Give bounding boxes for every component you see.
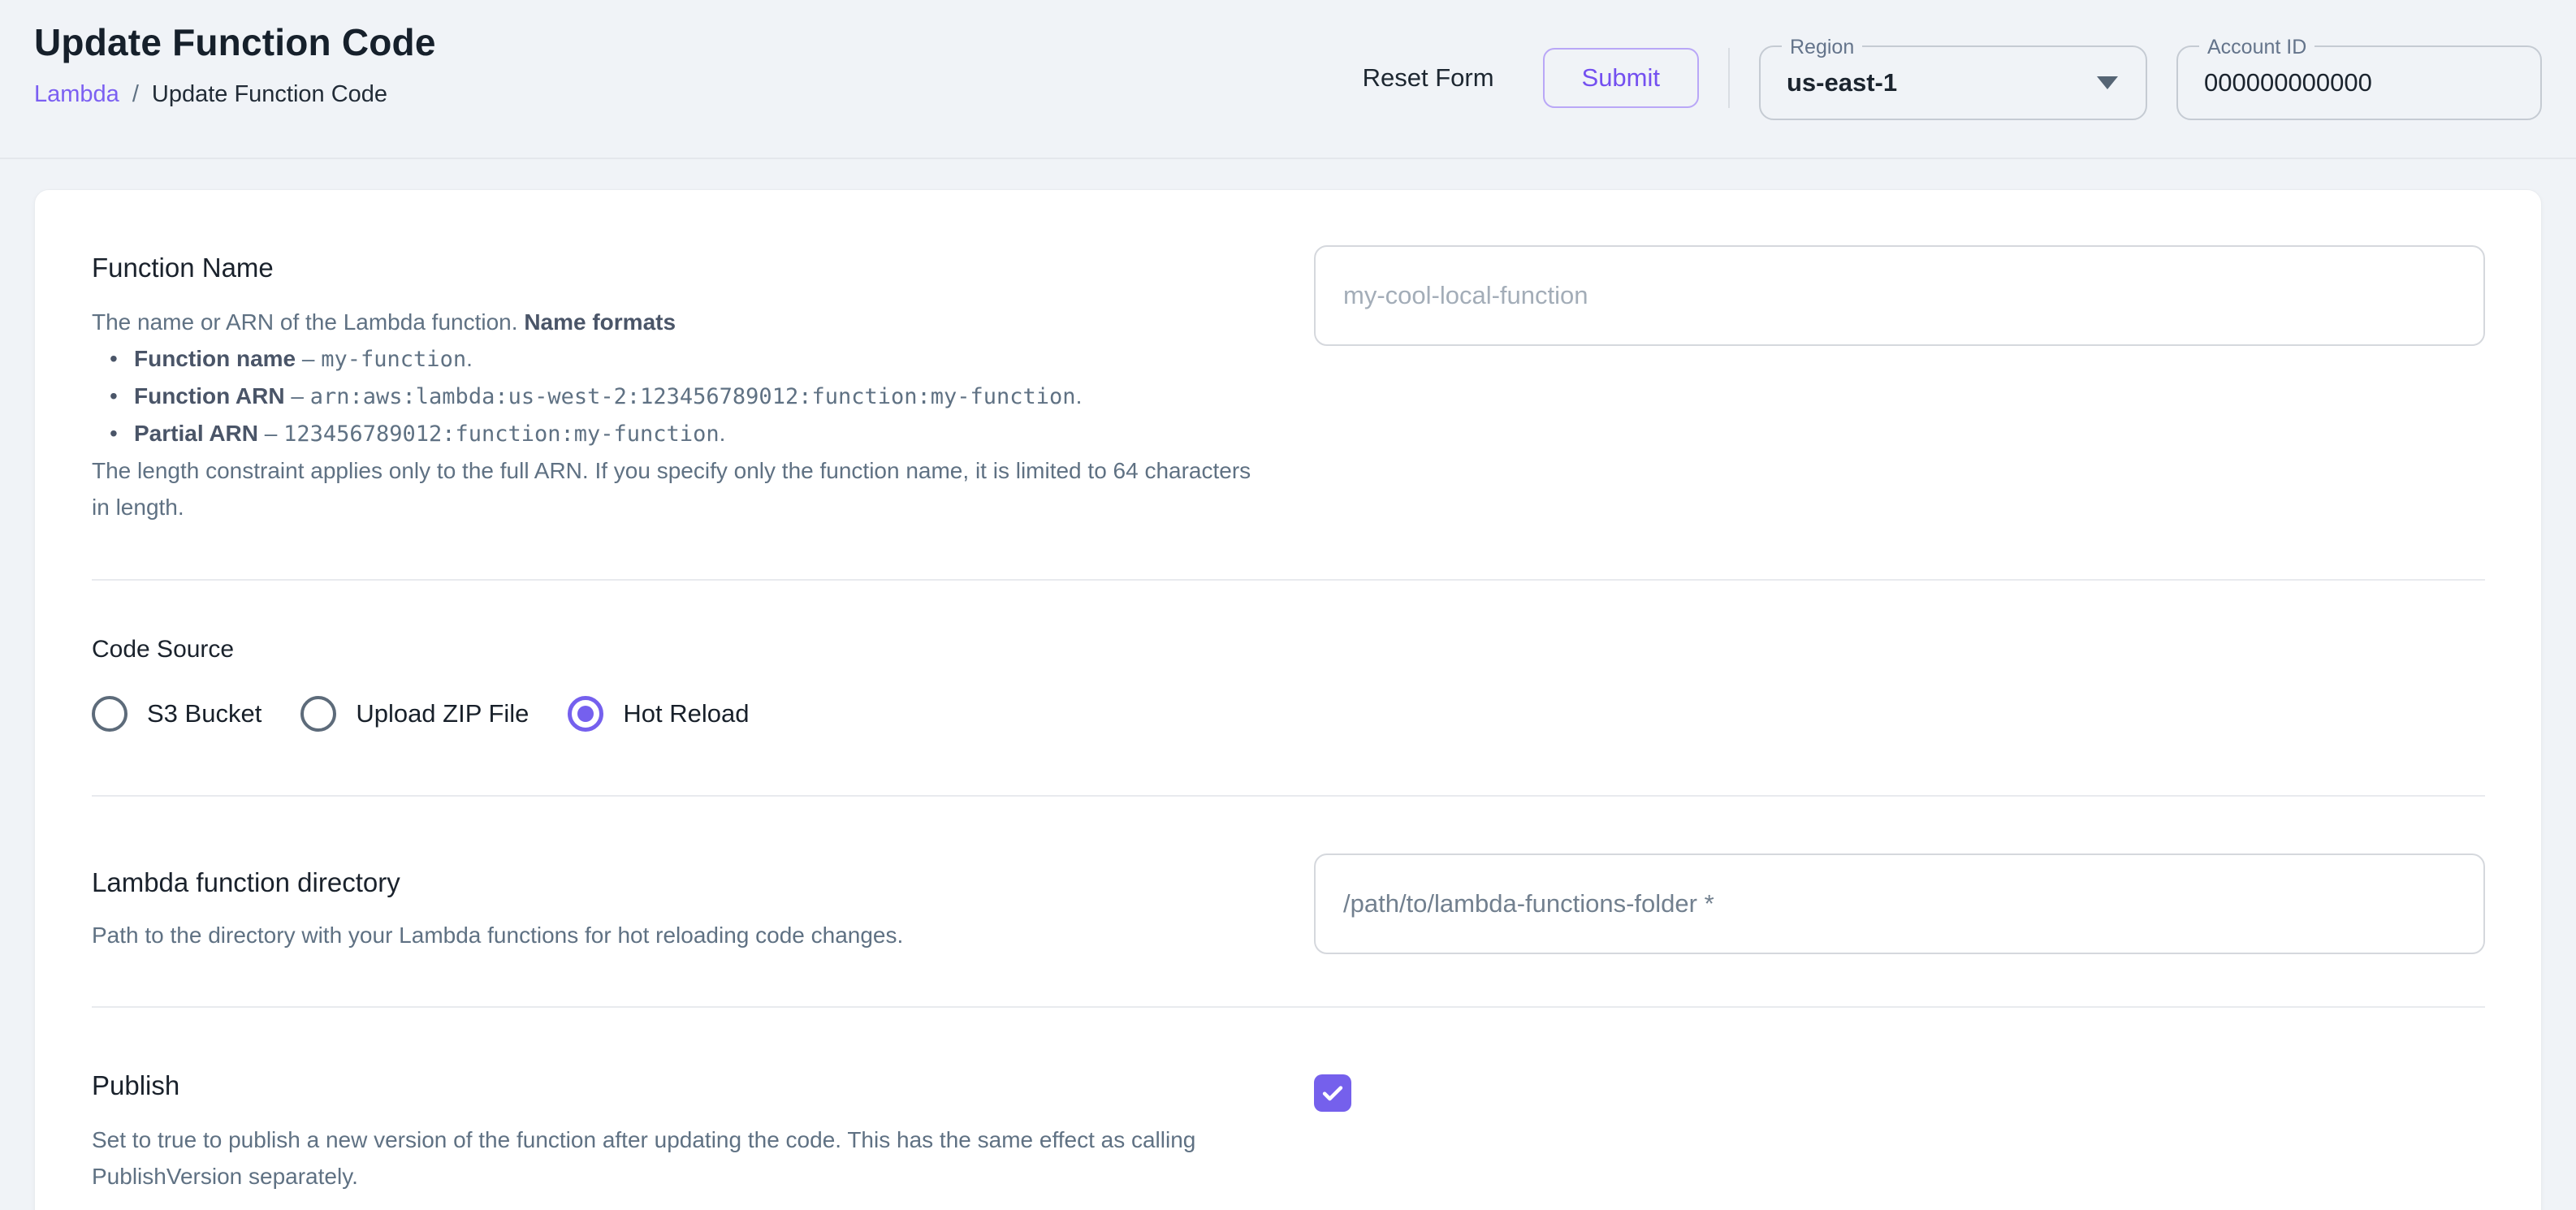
list-item: Function ARN – arn:aws:lambda:us-west-2:…: [92, 378, 1253, 415]
chevron-down-icon: [2097, 76, 2118, 89]
radio-selected-icon[interactable]: [568, 696, 603, 732]
submit-button[interactable]: Submit: [1543, 48, 1699, 108]
page-header: Update Function Code Lambda / Update Fun…: [0, 0, 2576, 159]
reset-form-button[interactable]: Reset Form: [1343, 52, 1514, 104]
lambda-directory-heading: Lambda function directory: [92, 865, 1253, 901]
lambda-directory-description: Path to the directory with your Lambda f…: [92, 917, 1253, 953]
section-function-name: Function Name The name or ARN of the Lam…: [92, 190, 2485, 579]
account-id-fieldset: Account ID: [2176, 45, 2542, 120]
account-id-input[interactable]: [2178, 68, 2540, 97]
breadcrumb: Lambda / Update Function Code: [34, 80, 436, 109]
publish-checkbox-wrap: [1314, 1068, 2485, 1112]
section-lambda-directory: Lambda function directory Path to the di…: [92, 797, 2485, 1006]
account-id-label: Account ID: [2199, 34, 2315, 60]
radio-option-s3-bucket[interactable]: S3 Bucket: [92, 696, 261, 732]
code-source-heading: Code Source: [92, 636, 2485, 663]
breadcrumb-lambda-link[interactable]: Lambda: [34, 80, 119, 109]
region-label: Region: [1782, 34, 1862, 60]
publish-text: Publish Set to true to publish a new ver…: [92, 1068, 1253, 1195]
header-title-block: Update Function Code Lambda / Update Fun…: [34, 13, 436, 109]
page-title: Update Function Code: [34, 18, 436, 67]
function-name-text: Function Name The name or ARN of the Lam…: [92, 250, 1253, 579]
header-divider: [1728, 48, 1730, 108]
function-name-input[interactable]: [1314, 245, 2485, 346]
function-name-description: The name or ARN of the Lambda function. …: [92, 304, 1253, 525]
region-value: us-east-1: [1761, 68, 2097, 97]
form-card: Function Name The name or ARN of the Lam…: [34, 189, 2542, 1210]
section-publish: Publish Set to true to publish a new ver…: [92, 1008, 2485, 1210]
list-item: Function name – my-function.: [92, 340, 1253, 378]
function-name-intro: The name or ARN of the Lambda function.: [92, 309, 524, 335]
radio-option-hot-reload[interactable]: Hot Reload: [568, 696, 749, 732]
checkmark-icon: [1319, 1079, 1346, 1107]
function-name-intro-bold: Name formats: [524, 309, 676, 335]
publish-description: Set to true to publish a new version of …: [92, 1121, 1253, 1195]
function-name-outro: The length constraint applies only to th…: [92, 458, 1251, 520]
code-source-radio-group: S3 Bucket Upload ZIP File Hot Reload: [92, 696, 2485, 732]
list-item: Partial ARN – 123456789012:function:my-f…: [92, 415, 1253, 452]
function-name-input-wrap: [1314, 245, 2485, 346]
publish-checkbox[interactable]: [1314, 1074, 1351, 1112]
breadcrumb-current: Update Function Code: [152, 80, 387, 109]
lambda-directory-input-wrap: [1314, 853, 2485, 954]
breadcrumb-separator: /: [132, 80, 139, 109]
lambda-directory-input[interactable]: [1314, 853, 2485, 954]
section-code-source: Code Source S3 Bucket Upload ZIP File Ho…: [92, 581, 2485, 795]
radio-option-upload-zip[interactable]: Upload ZIP File: [300, 696, 529, 732]
radio-icon[interactable]: [92, 696, 128, 732]
region-select[interactable]: Region us-east-1: [1759, 45, 2147, 120]
lambda-directory-text: Lambda function directory Path to the di…: [92, 853, 1253, 953]
name-format-list: Function name – my-function. Function AR…: [92, 340, 1253, 452]
radio-icon[interactable]: [300, 696, 336, 732]
function-name-heading: Function Name: [92, 250, 1253, 286]
publish-heading: Publish: [92, 1068, 1253, 1104]
header-actions: Reset Form Submit Region us-east-1 Accou…: [1343, 36, 2542, 120]
